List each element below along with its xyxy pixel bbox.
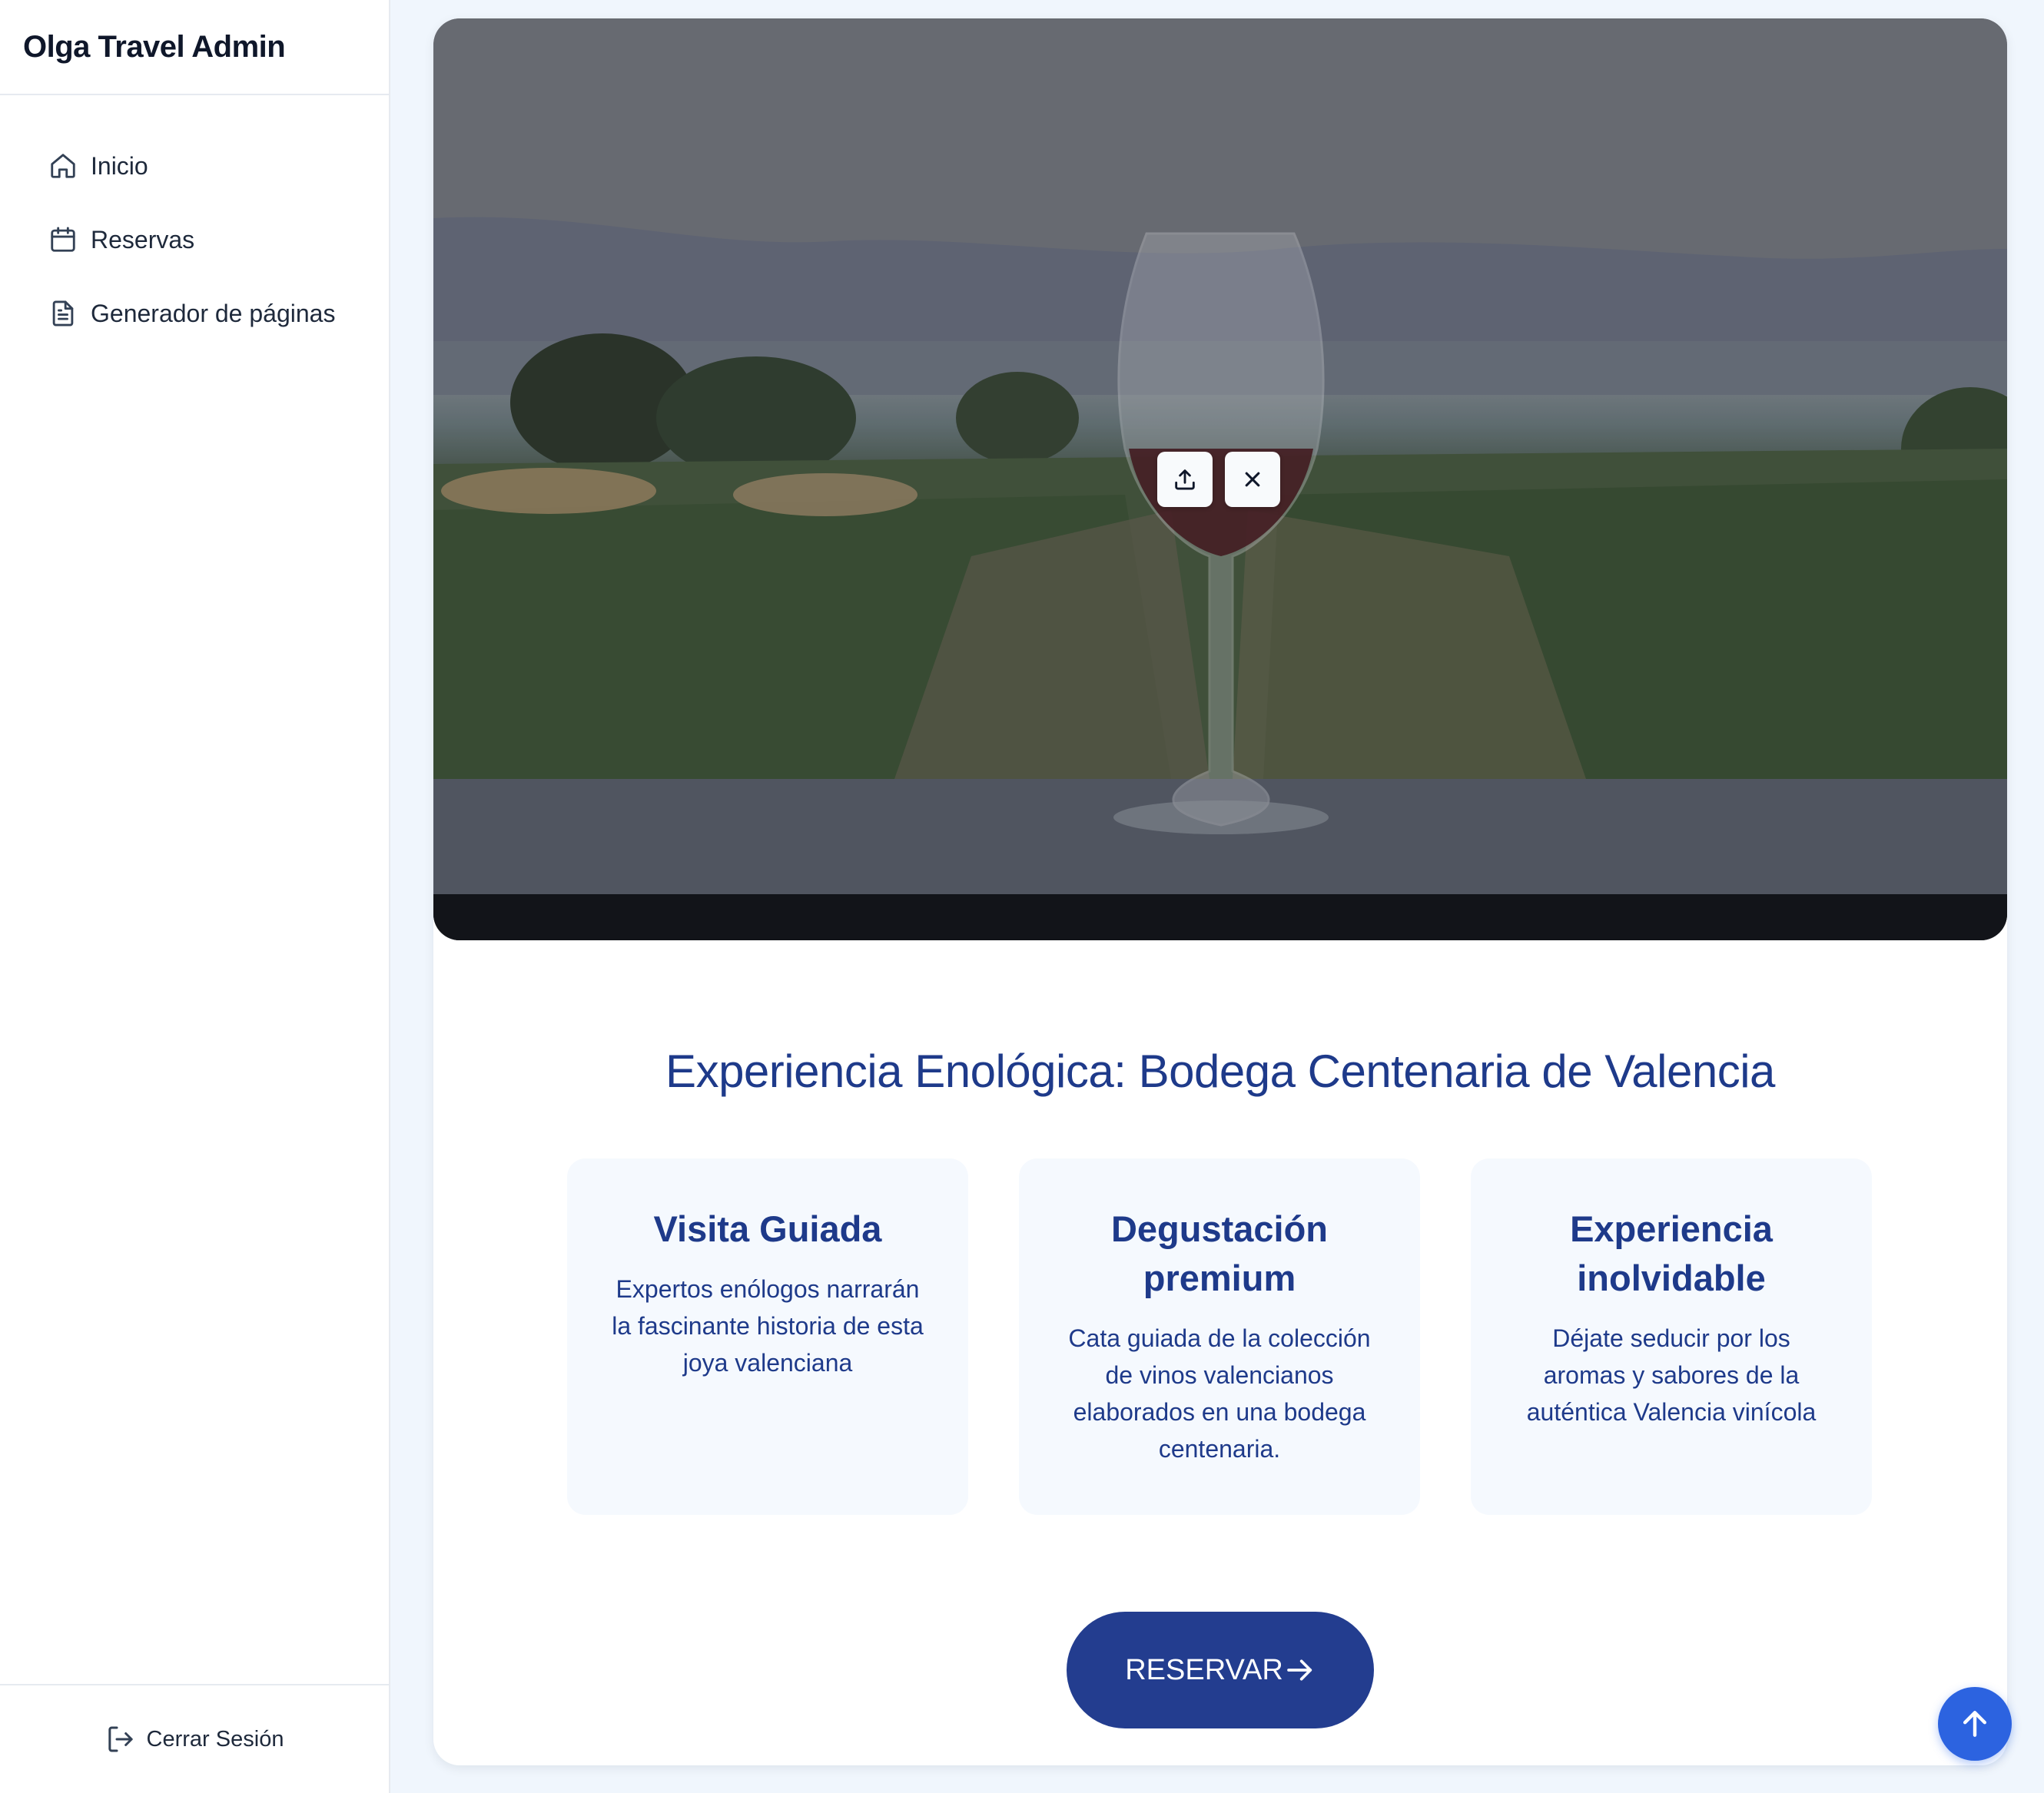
logout-label: Cerrar Sesión (146, 1726, 284, 1752)
feature-card[interactable]: Degustación premium Cata guiada de la co… (1019, 1158, 1420, 1515)
home-icon (48, 151, 78, 181)
feature-title: Experiencia inolvidable (1570, 1208, 1773, 1298)
sidebar-item-generador[interactable]: Generador de páginas (0, 277, 389, 350)
image-tools (1157, 452, 1280, 507)
app-root: Olga Travel Admin Inicio Reservas Genera… (0, 0, 2044, 1793)
logout-icon (105, 1724, 136, 1755)
sidebar-footer: Cerrar Sesión (0, 1684, 389, 1793)
reserve-button[interactable]: RESERVAR (1067, 1612, 1374, 1728)
calendar-icon (48, 224, 78, 255)
sidebar-nav: Inicio Reservas Generador de páginas (0, 95, 389, 350)
sidebar-item-label: Inicio (91, 151, 148, 180)
logout-button[interactable]: Cerrar Sesión (105, 1724, 284, 1755)
feature-card[interactable]: Visita Guiada Expertos enólogos narrarán… (567, 1158, 968, 1515)
feature-title: Visita Guiada (653, 1208, 882, 1249)
sidebar-item-label: Reservas (91, 225, 195, 254)
close-icon (1245, 472, 1260, 487)
reserve-button-label: RESERVAR (1125, 1653, 1283, 1686)
feature-card[interactable]: Experiencia inolvidable Déjate seducir p… (1471, 1158, 1872, 1515)
sidebar-item-reservas[interactable]: Reservas (0, 203, 389, 277)
file-text-icon (48, 298, 78, 329)
feature-description: Cata guiada de la colección de vinos val… (1068, 1324, 1371, 1463)
page-title[interactable]: Experiencia Enológica: Bodega Centenaria… (433, 1045, 2007, 1098)
arrow-right-icon (1286, 1659, 1312, 1681)
sidebar-item-label: Generador de páginas (91, 299, 336, 327)
feature-cards: Visita Guiada Expertos enólogos narrarán… (567, 1158, 1872, 1515)
feature-description: Déjate seducir por los aromas y sabores … (1526, 1324, 1817, 1426)
remove-image-button[interactable] (1225, 452, 1280, 507)
upload-icon (1175, 469, 1195, 490)
sidebar-item-inicio[interactable]: Inicio (0, 129, 389, 203)
arrow-up-icon (1963, 1711, 1987, 1737)
scroll-to-top-button[interactable] (1938, 1687, 2012, 1761)
upload-image-button[interactable] (1157, 452, 1213, 507)
feature-title: Degustación premium (1110, 1208, 1329, 1298)
page-preview-card: Experiencia Enológica: Bodega Centenaria… (433, 18, 2007, 1765)
app-title: Olga Travel Admin (23, 29, 286, 64)
sidebar: Olga Travel Admin Inicio Reservas Genera… (0, 0, 390, 1793)
hero-image[interactable] (433, 18, 2007, 940)
feature-description: Expertos enólogos narrarán la fascinante… (612, 1275, 924, 1377)
brand: Olga Travel Admin (0, 0, 389, 95)
